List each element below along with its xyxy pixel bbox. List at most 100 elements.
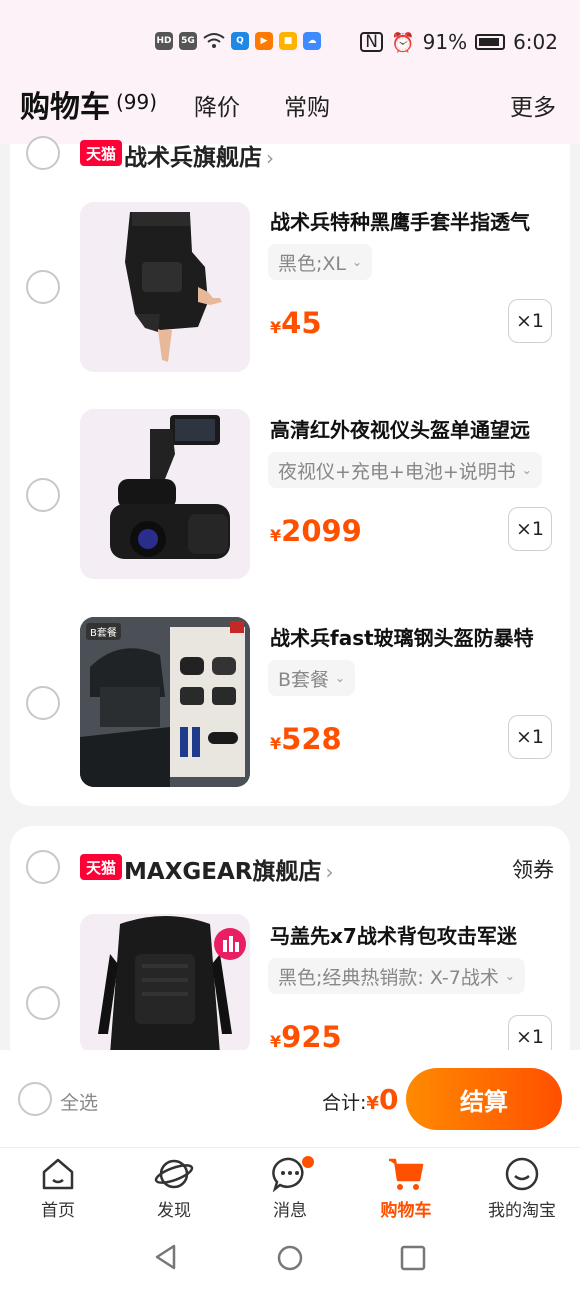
- home-icon: [42, 1158, 74, 1190]
- caret-down-icon: ⌄: [335, 671, 346, 685]
- image-tag: B套餐: [86, 623, 121, 640]
- item-select-checkbox[interactable]: [26, 686, 60, 720]
- battery-percent: 91%: [422, 30, 468, 54]
- backpack-image[interactable]: [80, 914, 250, 1054]
- currency-symbol: ¥: [270, 734, 282, 753]
- backpack-illustration: [80, 914, 250, 1054]
- tab-price-drop[interactable]: 降价: [194, 88, 240, 122]
- price-amount: 528: [281, 722, 342, 756]
- signal-indicator: 5G: [179, 32, 197, 50]
- glove-illustration: [80, 202, 250, 372]
- video-app-icon: ▶: [255, 32, 273, 50]
- more-button[interactable]: 更多: [510, 88, 556, 122]
- caret-down-icon: ⌄: [504, 969, 515, 983]
- store-card: 天猫 战术兵旗舰店› 战术兵特种黑鹰手套半指透气 黑色;XL ⌄ ¥45 ×1: [10, 136, 570, 806]
- caret-down-icon: ⌄: [521, 463, 532, 477]
- tab-label: 首页: [41, 1201, 75, 1221]
- product-title[interactable]: 战术兵fast玻璃钢头盔防暴特: [270, 622, 560, 651]
- status-icons-right: N ⏰ 91% 6:02: [360, 30, 558, 54]
- helmet-image[interactable]: B套餐: [80, 617, 250, 787]
- tab-my-taobao[interactable]: 我的淘宝: [464, 1154, 580, 1221]
- system-nav-bar: [0, 1224, 580, 1289]
- tmall-badge: 天猫: [80, 854, 123, 880]
- quantity-button[interactable]: ×1: [508, 299, 552, 343]
- product-price: ¥2099: [270, 514, 362, 548]
- glove-image[interactable]: [80, 202, 250, 372]
- currency-symbol: ¥: [270, 1032, 282, 1051]
- tab-home[interactable]: 首页: [0, 1154, 116, 1221]
- cart-header: 购物车 (99) 降价 常购 更多: [0, 78, 580, 144]
- planet-icon: [154, 1159, 194, 1189]
- nfc-icon: N: [360, 32, 383, 52]
- cart-count: (99): [116, 90, 158, 114]
- sku-selector[interactable]: 夜视仪+充电+电池+说明书 ⌄: [268, 452, 542, 488]
- tab-cart[interactable]: 购物车: [348, 1154, 464, 1221]
- helmet-illustration: [80, 617, 250, 787]
- item-select-checkbox[interactable]: [26, 270, 60, 304]
- item-select-checkbox[interactable]: [26, 986, 60, 1020]
- coupon-button[interactable]: 领券: [512, 854, 554, 884]
- item-select-checkbox[interactable]: [26, 478, 60, 512]
- tab-label: 我的淘宝: [488, 1201, 556, 1221]
- tab-discover[interactable]: 发现: [116, 1154, 232, 1221]
- alarm-icon: ⏰: [390, 31, 415, 54]
- battery-icon: [475, 34, 506, 50]
- back-icon[interactable]: [154, 1244, 178, 1270]
- total-amount: 合计:¥0: [322, 1083, 398, 1116]
- total-label: 合计:: [322, 1092, 367, 1114]
- quantity-button[interactable]: ×1: [508, 715, 552, 759]
- store-name-link[interactable]: MAXGEAR旗舰店 ›: [124, 852, 334, 886]
- price-amount: 925: [281, 1020, 342, 1054]
- notes-app-icon: ■: [279, 32, 297, 50]
- product-price: ¥528: [270, 722, 342, 756]
- app-notification-icon: Q: [231, 32, 249, 50]
- tab-label: 消息: [273, 1201, 307, 1221]
- store-select-checkbox[interactable]: [26, 850, 60, 884]
- sku-label: 夜视仪+充电+电池+说明书: [278, 460, 516, 483]
- sku-label: B套餐: [278, 668, 330, 691]
- hd-indicator: HD: [155, 32, 173, 50]
- sku-label: 黑色;XL: [278, 252, 347, 275]
- product-title[interactable]: 马盖先x7战术背包攻击军迷: [270, 920, 560, 949]
- tab-frequent[interactable]: 常购: [284, 88, 330, 122]
- page-title: 购物车: [20, 90, 110, 125]
- cart-icon: [389, 1158, 424, 1190]
- checkout-bar: 全选 合计:¥0 结算: [0, 1050, 580, 1148]
- price-amount: 2099: [281, 514, 362, 548]
- price-amount: 45: [281, 306, 322, 340]
- select-all-label[interactable]: 全选: [60, 1088, 98, 1115]
- product-price: ¥45: [270, 306, 322, 340]
- sku-selector[interactable]: 黑色;XL ⌄: [268, 244, 373, 280]
- checkout-button[interactable]: 结算: [406, 1068, 562, 1130]
- sku-selector[interactable]: B套餐 ⌄: [268, 660, 356, 696]
- quantity-button[interactable]: ×1: [508, 507, 552, 551]
- sku-label: 黑色;经典热销款: X-7战术: [278, 966, 499, 989]
- bottom-tab-bar: 首页 发现 消息 购物车 我的淘宝: [0, 1148, 580, 1224]
- tmall-badge: 天猫: [80, 140, 123, 166]
- night-vision-image[interactable]: [80, 409, 250, 579]
- tab-label: 购物车: [380, 1201, 432, 1221]
- store-select-checkbox[interactable]: [26, 136, 60, 170]
- currency-symbol: ¥: [270, 526, 282, 545]
- status-icons-left: HD 5G Q ▶ ■ ☁: [155, 32, 321, 50]
- smile-icon: [505, 1157, 539, 1191]
- product-title[interactable]: 战术兵特种黑鹰手套半指透气: [270, 206, 560, 235]
- chevron-right-icon: ›: [325, 860, 334, 884]
- chevron-right-icon: ›: [266, 146, 274, 170]
- currency-symbol: ¥: [270, 318, 282, 337]
- select-all-checkbox[interactable]: [18, 1082, 52, 1116]
- store-name-link[interactable]: 战术兵旗舰店 ›: [124, 138, 274, 172]
- store-name: 战术兵旗舰店: [124, 145, 262, 171]
- home-nav-icon[interactable]: [276, 1244, 304, 1272]
- cloud-app-icon: ☁: [303, 32, 321, 50]
- tab-label: 发现: [157, 1201, 191, 1221]
- recents-icon[interactable]: [400, 1245, 426, 1271]
- sku-selector[interactable]: 黑色;经典热销款: X-7战术 ⌄: [268, 958, 525, 994]
- clock: 6:02: [513, 30, 558, 54]
- notification-dot: [302, 1156, 314, 1168]
- night-vision-illustration: [80, 409, 250, 579]
- status-bar: HD 5G Q ▶ ■ ☁ N ⏰ 91% 6:02: [0, 0, 580, 78]
- currency-symbol: ¥: [366, 1093, 379, 1114]
- tab-messages[interactable]: 消息: [232, 1154, 348, 1221]
- product-title[interactable]: 高清红外夜视仪头盔单通望远: [270, 414, 560, 443]
